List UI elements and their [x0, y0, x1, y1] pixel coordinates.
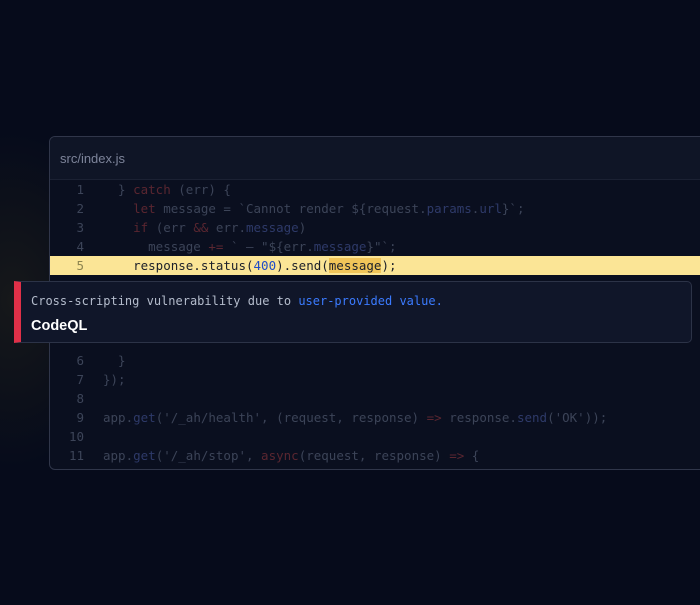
code-token: async [261, 448, 299, 463]
code-token: message = `Cannot render ${request. [155, 201, 427, 216]
code-token: (request, response) [298, 448, 450, 463]
code-line: 2 let message = `Cannot render ${request… [50, 199, 700, 218]
code-text: app.get('/_ah/stop', async(request, resp… [103, 446, 479, 465]
line-number[interactable]: 2 [50, 199, 84, 218]
code-line: 3 if (err && err.message) [50, 218, 700, 237]
code-token: && [193, 220, 209, 235]
code-token: } [103, 353, 126, 368]
code-token: 400 [253, 258, 277, 273]
code-token: }`; [501, 201, 525, 216]
line-number[interactable]: 7 [50, 370, 84, 389]
code-line: 10 [50, 427, 700, 446]
line-number[interactable]: 8 [50, 389, 84, 408]
codeql-alert[interactable]: Cross-scripting vulnerability due to use… [14, 281, 692, 343]
line-number[interactable]: 6 [50, 351, 84, 370]
line-number[interactable]: 9 [50, 408, 84, 427]
code-token: message [313, 239, 367, 254]
line-number[interactable]: 3 [50, 218, 84, 237]
code-token: err. [208, 220, 247, 235]
code-token: if [133, 220, 149, 235]
alert-message-text: Cross-scripting vulnerability due to [31, 294, 299, 308]
code-token: ` — "${err. [223, 239, 314, 254]
code-token: get [133, 410, 156, 425]
code-text: let message = `Cannot render ${request.p… [103, 199, 524, 218]
code-token: message [246, 220, 299, 235]
code-line: 8 [50, 389, 700, 408]
file-name[interactable]: src/index.js [60, 151, 125, 166]
alert-title: CodeQL [31, 318, 88, 334]
code-token: send [516, 410, 548, 425]
code-token: message [103, 239, 209, 254]
alert-message-link[interactable]: user-provided value. [298, 294, 443, 308]
line-number[interactable]: 5 [50, 256, 84, 275]
code-line: 7}); [50, 370, 700, 389]
line-number[interactable]: 10 [50, 427, 84, 446]
code-line: 9 app.get('/_ah/health', (request, respon… [50, 408, 700, 427]
code-token: { [464, 448, 480, 463]
code-token: ('OK')); [547, 410, 608, 425]
line-number[interactable]: 11 [50, 446, 84, 465]
code-token: ('/_ah/health', (request, response) [155, 410, 427, 425]
code-token: }"`; [366, 239, 397, 254]
code-token: ); [381, 258, 397, 273]
code-token: } [103, 182, 134, 197]
code-text: }); [103, 370, 126, 389]
code-text: response.status(400).send(message); [103, 256, 397, 275]
code-token: += [208, 239, 224, 254]
code-line: 11 app.get('/_ah/stop', async(request, re… [50, 446, 700, 465]
code-token: app. [103, 448, 134, 463]
code-token: response. [441, 410, 517, 425]
code-token: => [449, 448, 465, 463]
code-text: app.get('/_ah/health', (request, respons… [103, 408, 607, 427]
code-token: message [328, 258, 382, 273]
code-line: 6 } [50, 351, 700, 370]
code-token: app. [103, 410, 134, 425]
line-number[interactable]: 1 [50, 180, 84, 199]
code-token: ) [298, 220, 307, 235]
code-token: let [133, 201, 156, 216]
code-text: } catch (err) { [103, 180, 231, 199]
code-token: ('/_ah/stop', [155, 448, 262, 463]
code-token: catch [133, 182, 171, 197]
code-token: params [426, 201, 472, 216]
code-line: 1 } catch (err) { [50, 180, 700, 199]
code-token: url [479, 201, 502, 216]
code-line: 5 response.status(400).send(message); [50, 256, 700, 275]
code-token: ).send( [276, 258, 329, 273]
code-token: response.status( [103, 258, 254, 273]
alert-message: Cross-scripting vulnerability due to use… [31, 294, 443, 308]
code-text: } [103, 351, 126, 370]
code-token: }); [103, 372, 126, 387]
line-number[interactable]: 4 [50, 237, 84, 256]
code-text: message += ` — "${err.message}"`; [103, 237, 397, 256]
code-line: 4 message += ` — "${err.message}"`; [50, 237, 700, 256]
code-token: (err) { [170, 182, 231, 197]
code-token: (err [148, 220, 194, 235]
code-token: get [133, 448, 156, 463]
code-text: if (err && err.message) [103, 218, 306, 237]
file-header: src/index.js [50, 137, 700, 180]
code-token: => [426, 410, 442, 425]
